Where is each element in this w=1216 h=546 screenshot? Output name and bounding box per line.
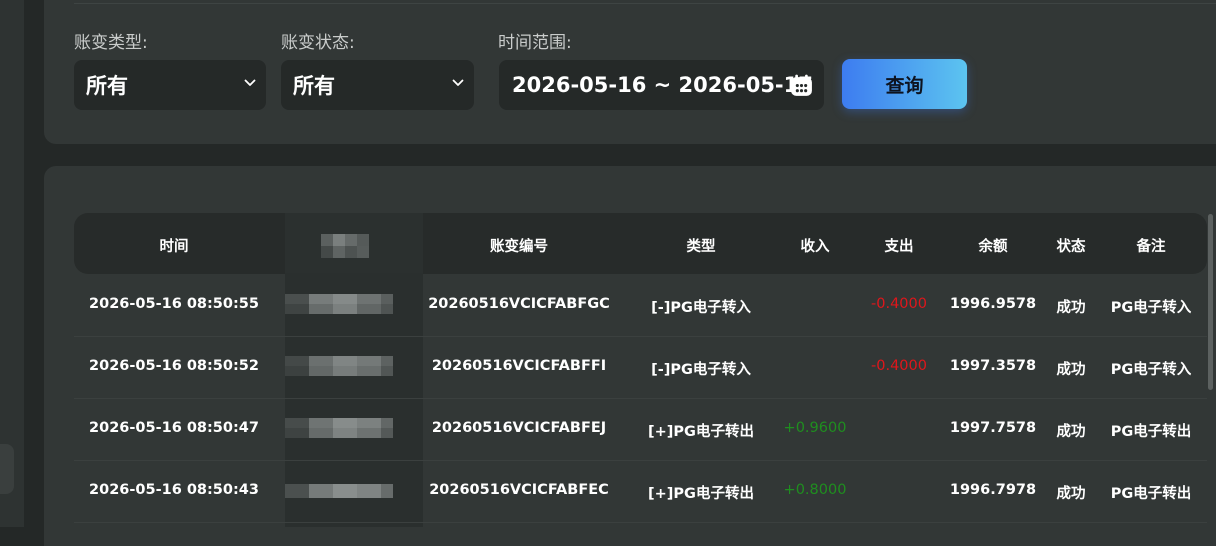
header-time: 时间 — [159, 239, 189, 255]
sidebar-collapse-handle[interactable] — [0, 444, 14, 494]
cell-remark: PG电子转入 — [1110, 362, 1192, 378]
cell-status: 成功 — [1056, 362, 1086, 378]
chevron-down-icon — [244, 79, 256, 86]
row-divider — [74, 522, 1207, 523]
redacted-cell — [285, 428, 393, 438]
header-type: 类型 — [686, 239, 716, 255]
status-filter-label: 账变状态: — [281, 33, 355, 53]
row-divider — [74, 336, 1207, 337]
header-income: 收入 — [800, 239, 830, 255]
table-scrollbar-thumb[interactable] — [1208, 214, 1213, 390]
cell-time: 2026-05-16 08:50:55 — [89, 296, 259, 312]
cell-remark: PG电子转出 — [1110, 486, 1192, 502]
time-range-label: 时间范围: — [498, 33, 572, 53]
date-range-input[interactable]: 2026-05-16 ~ 2026-05-17 — [499, 60, 824, 110]
cell-balance: 1996.7978 — [949, 482, 1037, 498]
cell-expense: -0.4000 — [871, 296, 927, 312]
cell-type: [+]PG电子转出 — [648, 424, 754, 440]
cell-serial: 20260516VCICFABFGC — [428, 296, 610, 312]
cell-time: 2026-05-16 08:50:43 — [89, 482, 259, 498]
redacted-cell — [285, 294, 393, 304]
cell-remark: PG电子转出 — [1110, 424, 1192, 440]
row-divider — [74, 398, 1207, 399]
header-status: 状态 — [1056, 239, 1086, 255]
redacted-cell — [285, 484, 393, 498]
calendar-icon[interactable] — [789, 73, 814, 98]
row-divider — [74, 460, 1207, 461]
cell-income: +0.9600 — [783, 420, 847, 436]
status-select[interactable]: 所有 — [281, 60, 474, 110]
cell-type: [-]PG电子转入 — [651, 300, 751, 316]
date-range-value: 2026-05-16 ~ 2026-05-17 — [512, 73, 813, 97]
cell-balance: 1997.7578 — [949, 420, 1037, 436]
cell-serial: 20260516VCICFABFEJ — [431, 420, 607, 436]
cell-time: 2026-05-16 08:50:47 — [89, 420, 259, 436]
type-select[interactable]: 所有 — [74, 60, 266, 110]
cell-status: 成功 — [1056, 300, 1086, 316]
cell-balance: 1996.9578 — [949, 296, 1037, 312]
cell-status: 成功 — [1056, 424, 1086, 440]
header-remark: 备注 — [1136, 239, 1166, 255]
cell-serial: 20260516VCICFABFEC — [429, 482, 609, 498]
query-button[interactable]: 查询 — [842, 59, 967, 109]
cell-expense: -0.4000 — [871, 358, 927, 374]
chevron-down-icon — [452, 79, 464, 86]
cell-type: [-]PG电子转入 — [651, 362, 751, 378]
header-redacted-mosaic — [321, 234, 369, 246]
header-balance: 余额 — [978, 239, 1008, 255]
type-filter-label: 账变类型: — [74, 33, 148, 53]
cell-income: +0.8000 — [783, 482, 847, 498]
cell-remark: PG电子转入 — [1110, 300, 1192, 316]
redacted-cell — [285, 366, 393, 376]
cell-status: 成功 — [1056, 486, 1086, 502]
type-select-value: 所有 — [86, 74, 128, 98]
cell-type: [+]PG电子转出 — [648, 486, 754, 502]
status-select-value: 所有 — [293, 74, 335, 98]
cell-time: 2026-05-16 08:50:52 — [89, 358, 259, 374]
redacted-cell — [285, 418, 393, 428]
header-serial: 账变编号 — [490, 239, 548, 255]
cell-serial: 20260516VCICFABFFI — [431, 358, 607, 374]
redacted-cell — [285, 356, 393, 366]
header-expense: 支出 — [884, 239, 914, 255]
redacted-cell — [285, 304, 393, 314]
divider — [74, 3, 1216, 4]
cell-balance: 1997.3578 — [949, 358, 1037, 374]
header-redacted-mosaic — [321, 246, 369, 258]
